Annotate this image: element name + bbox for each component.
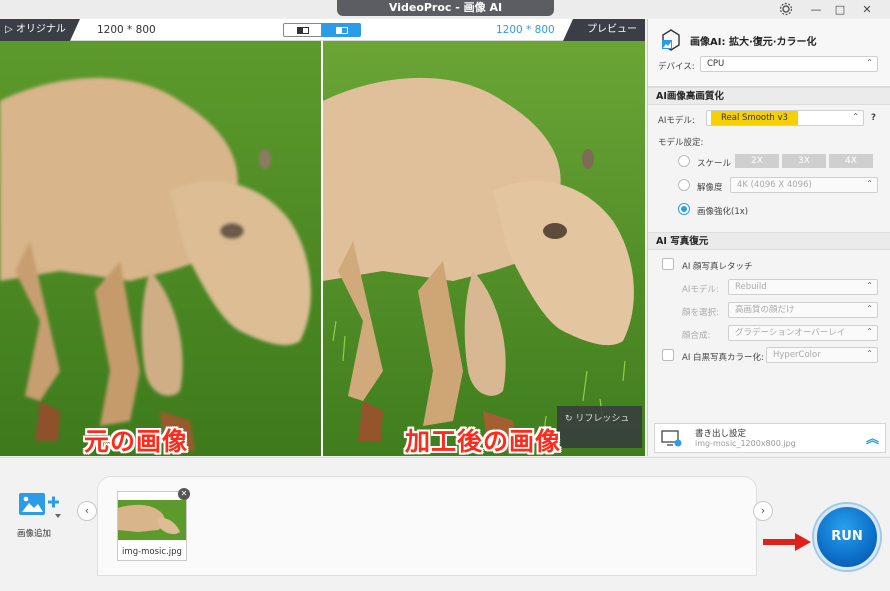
colorize-select[interactable]: HyperColor	[766, 347, 878, 363]
export-monitor-icon	[661, 430, 682, 447]
section-ai-enhance: AI画像高画質化	[648, 87, 890, 105]
scale-4x-button[interactable]: 4X	[829, 154, 873, 168]
preview-button[interactable]: プレビュー ⌕	[563, 19, 645, 57]
settings-panel: 画像AI: 拡大·復元·カラー化 デバイス: CPU AI画像高画質化 AIモデ…	[647, 19, 890, 456]
close-button[interactable]: ✕	[856, 0, 878, 18]
bottom-strip: 画像追加 ‹ › ✕ img-mosic.jpg RUN	[0, 457, 890, 591]
image-ai-icon	[662, 29, 680, 51]
image-tray	[97, 476, 757, 576]
original-tab[interactable]: ▷ オリジナル	[0, 19, 80, 41]
refresh-panel[interactable]: ↻ リフレッシュ	[557, 406, 642, 448]
export-filename: img-mosic_1200x800.jpg	[695, 439, 796, 448]
scale-2x-button[interactable]: 2X	[735, 154, 779, 168]
scroll-left-button[interactable]: ‹	[77, 501, 97, 521]
original-goat-image	[0, 41, 321, 456]
face-retouch-label: AI 顔写真レタッチ	[682, 262, 753, 272]
view-mode-toggle	[283, 23, 361, 37]
enhance-label: 画像強化(1x)	[697, 207, 749, 217]
panel-title: 画像AI: 拡大·復元·カラー化	[690, 37, 817, 48]
face-merge-label: 顔合成:	[682, 331, 711, 341]
maximize-button[interactable]: □	[829, 0, 851, 18]
red-arrow-annotation-icon	[763, 533, 811, 551]
face-model-label: AIモデル:	[682, 285, 719, 295]
export-settings[interactable]: 書き出し設定 img-mosic_1200x800.jpg ︽	[654, 423, 886, 453]
add-image-button[interactable]: 画像追加	[17, 489, 63, 539]
ai-model-value: Real Smooth v3	[711, 111, 798, 125]
refresh-icon: ↻	[565, 414, 573, 424]
resolution-radio[interactable]	[678, 179, 690, 191]
device-select[interactable]: CPU	[700, 56, 878, 72]
help-icon[interactable]: ?	[871, 113, 876, 123]
app-window: VideoProc - 画像 AI — □ ✕ ▷ オリジナル 1200 * 8…	[0, 0, 890, 591]
scale-3x-button[interactable]: 3X	[782, 154, 826, 168]
minimize-button[interactable]: —	[805, 0, 827, 18]
colorize-label: AI 白黒写真カラー化:	[682, 353, 764, 363]
face-model-select[interactable]: Rebuild	[728, 279, 878, 295]
run-button[interactable]: RUN	[814, 504, 880, 570]
face-select-select[interactable]: 高画質の顔だけ	[728, 302, 878, 318]
enhance-radio[interactable]	[678, 203, 690, 215]
processed-overlay-label: 加工後の画像	[405, 427, 562, 456]
ai-model-select[interactable]: Real Smooth v3	[706, 110, 864, 126]
title-bar: VideoProc - 画像 AI — □ ✕	[0, 0, 890, 18]
device-label: デバイス:	[658, 62, 695, 72]
add-image-label: 画像追加	[17, 529, 52, 539]
face-retouch-checkbox[interactable]	[662, 258, 674, 270]
window-title: VideoProc - 画像 AI	[337, 0, 554, 16]
processed-image-pane: ↻ リフレッシュ 加工後の画像	[323, 41, 645, 456]
scale-label: スケール	[697, 159, 732, 169]
preview-toolbar: ▷ オリジナル 1200 * 800 1200 * 800 プレビュー ⌕	[0, 19, 645, 57]
scale-radio[interactable]	[678, 155, 690, 167]
add-image-icon	[19, 493, 61, 518]
processed-goat-image	[323, 41, 645, 456]
settings-gear-icon[interactable]	[775, 0, 797, 18]
resolution-label: 解像度	[697, 183, 723, 193]
split-view-icon	[296, 26, 309, 34]
original-image-pane: 元の画像	[0, 41, 321, 456]
colorize-checkbox[interactable]	[662, 349, 674, 361]
resolution-select[interactable]: 4K (4096 X 4096)	[730, 177, 878, 193]
compare-view-button[interactable]	[322, 23, 361, 37]
ai-model-label: AIモデル:	[658, 116, 695, 126]
original-overlay-label: 元の画像	[84, 427, 189, 456]
run-area: RUN	[800, 494, 890, 591]
scroll-right-button[interactable]: ›	[753, 501, 773, 521]
model-settings-label: モデル設定:	[658, 138, 704, 148]
face-select-label: 顔を選択:	[682, 308, 719, 318]
face-merge-select[interactable]: グラデーションオーバーレイ	[728, 325, 878, 341]
compare-view-icon	[335, 26, 348, 34]
single-view-button[interactable]	[283, 23, 322, 37]
section-photo-restore: AI 写真復元	[648, 232, 890, 250]
thumbnail-caption: img-mosic.jpg	[122, 547, 182, 557]
remove-thumbnail-icon[interactable]: ✕	[178, 488, 190, 500]
refresh-label: リフレッシュ	[575, 414, 630, 424]
original-resolution: 1200 * 800	[97, 24, 156, 36]
output-resolution: 1200 * 800	[496, 24, 555, 36]
expand-up-icon[interactable]: ︽	[866, 428, 879, 447]
panel-header: 画像AI: 拡大·復元·カラー化 デバイス: CPU	[648, 19, 890, 87]
export-title: 書き出し設定	[695, 429, 747, 439]
preview-label: プレビュー	[587, 24, 637, 35]
thumbnail-goat-image	[118, 500, 186, 540]
